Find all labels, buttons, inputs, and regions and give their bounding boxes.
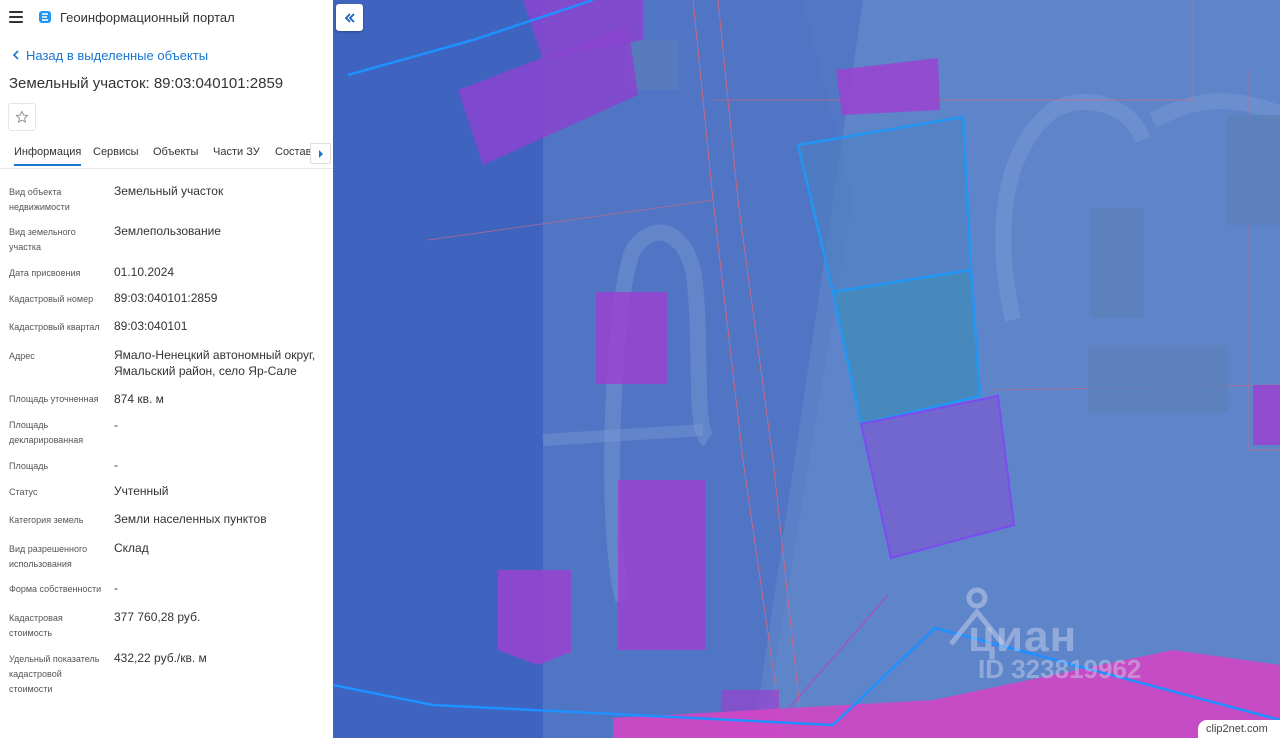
field-value: 432,22 руб./кв. м	[114, 651, 207, 665]
field-value: 874 кв. м	[114, 392, 164, 406]
field-label: Вид земельного участка	[9, 227, 76, 252]
star-icon	[15, 110, 29, 123]
tab-services[interactable]: Сервисы	[93, 146, 139, 158]
field-value: Склад	[114, 541, 149, 555]
page-title: Земельный участок: 89:03:040101:2859	[9, 75, 284, 92]
field-label: Кадастровый квартал	[9, 322, 100, 332]
back-to-selected-link[interactable]: Назад в выделенные объекты	[12, 48, 208, 63]
field-value: -	[114, 581, 118, 595]
header-bar: Геоинформационный портал	[0, 0, 333, 36]
field-value: -	[114, 418, 118, 432]
tab-information[interactable]: Информация	[14, 146, 82, 166]
favorite-button[interactable]	[8, 103, 36, 131]
field-value: Земли населенных пунктов	[114, 512, 267, 526]
field-label: Форма собственности	[9, 584, 102, 594]
chevron-right-icon	[318, 149, 323, 158]
info-panel: Геоинформационный портал Назад в выделен…	[0, 0, 334, 738]
double-chevron-left-icon	[344, 12, 355, 23]
field-label: Кадастровая стоимость	[9, 613, 63, 638]
field-label: Адрес	[9, 351, 35, 361]
field-value: Земельный участок	[114, 184, 224, 198]
chevron-left-icon	[12, 48, 26, 63]
tab-bar: Информация Сервисы Объекты Части ЗУ Сост…	[0, 140, 333, 169]
field-label: Статус	[9, 487, 38, 497]
field-value: Учтенный	[114, 484, 169, 498]
field-label: Площадь декларированная	[9, 420, 84, 445]
tab-parts[interactable]: Части ЗУ	[213, 146, 260, 158]
tabs-scroll-right-button[interactable]	[310, 143, 331, 164]
field-label: Площадь уточненная	[9, 394, 99, 404]
field-label: Удельный показатель кадастровой стоимост…	[9, 654, 100, 694]
watermark-id: ID 323819962	[978, 654, 1142, 684]
clip2net-badge: clip2net.com	[1198, 720, 1280, 738]
map-canvas[interactable]	[333, 0, 1280, 738]
back-label: Назад в выделенные объекты	[26, 48, 209, 63]
menu-icon[interactable]	[9, 11, 23, 23]
field-value: -	[114, 458, 118, 472]
field-value: Ямало-Ненецкий автономный округ, Ямальск…	[114, 348, 316, 378]
portal-logo-icon	[39, 11, 51, 23]
map-view[interactable]: циан ID 323819962	[333, 0, 1280, 738]
field-label: Кадастровый номер	[9, 294, 94, 304]
field-value: Землепользование	[114, 224, 221, 238]
app-title: Геоинформационный портал	[60, 10, 235, 25]
tab-composition[interactable]: Состав	[275, 146, 311, 158]
field-value: 01.10.2024	[114, 265, 175, 279]
collapse-panel-button[interactable]	[336, 4, 363, 31]
field-value: 377 760,28 руб.	[114, 610, 201, 624]
field-label: Дата присвоения	[9, 268, 81, 278]
tab-objects[interactable]: Объекты	[153, 146, 198, 158]
field-label: Вид объекта недвижимости	[9, 187, 70, 212]
field-value: 89:03:040101	[114, 319, 188, 333]
field-label: Вид разрешенного использования	[9, 544, 88, 569]
field-value: 89:03:040101:2859	[114, 291, 218, 305]
field-label: Площадь	[9, 461, 49, 471]
field-label: Категория земель	[9, 515, 84, 525]
